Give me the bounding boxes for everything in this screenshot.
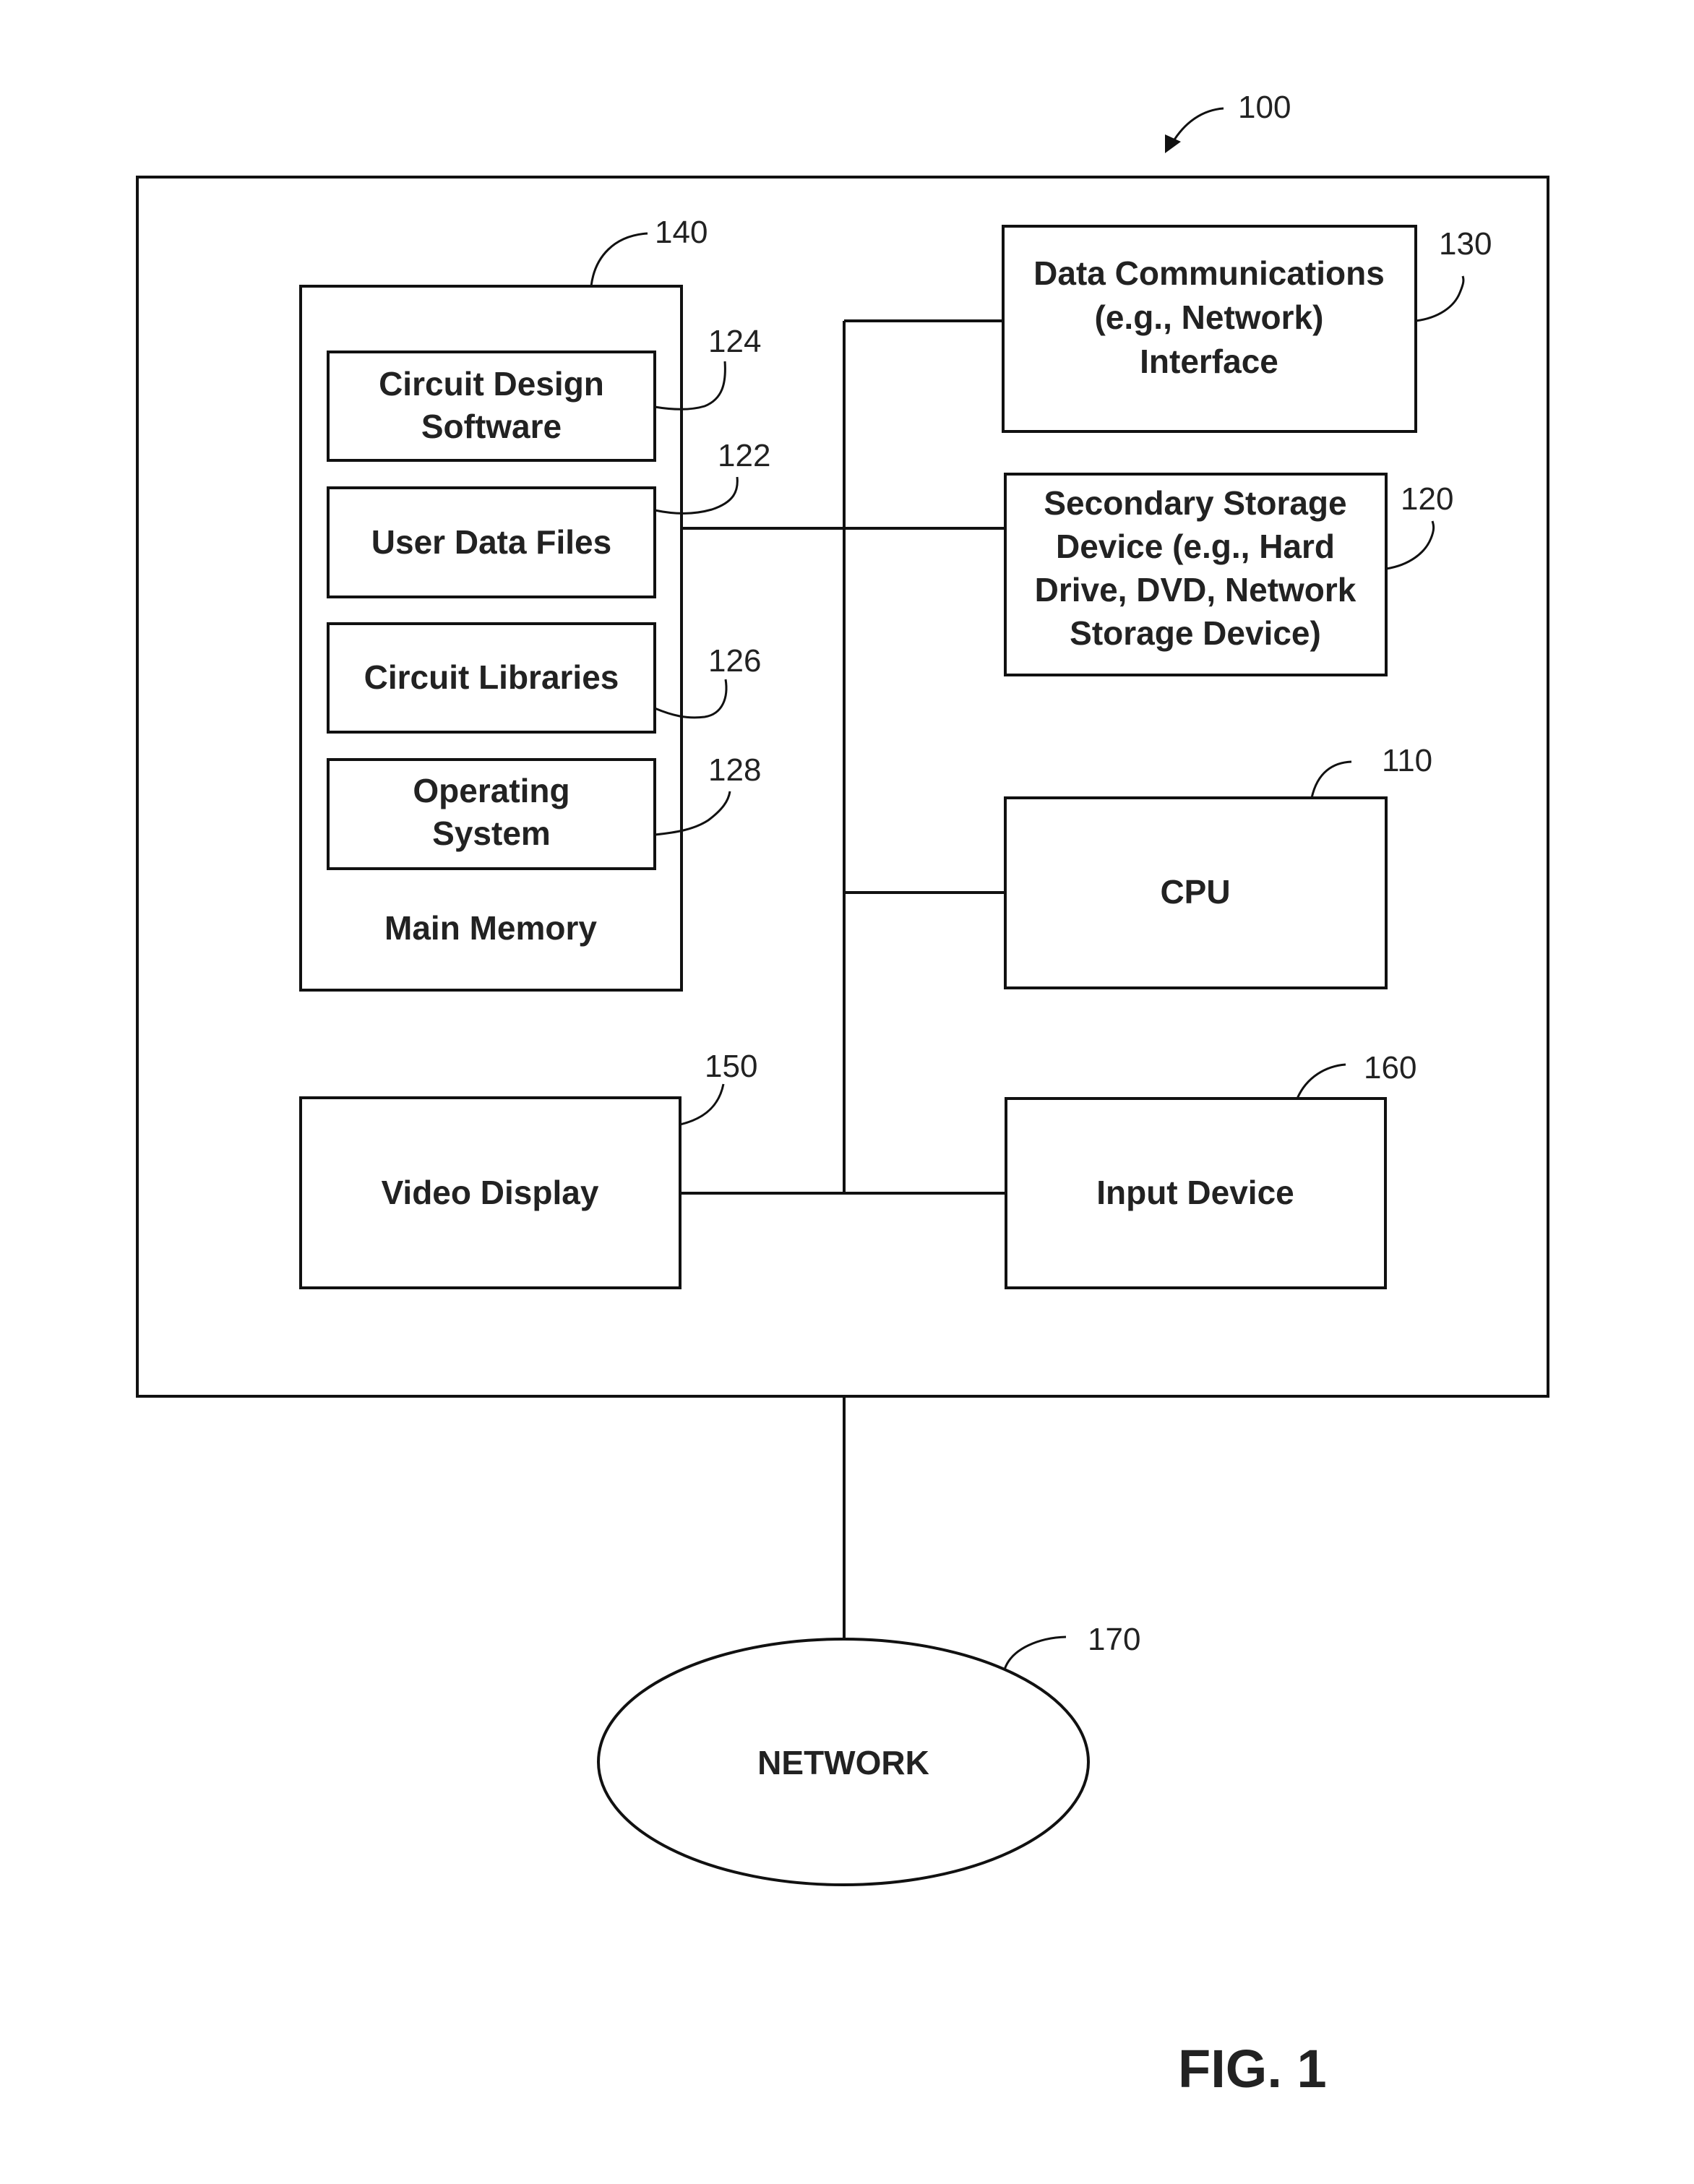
box-label-line: (e.g., Network) [1095, 298, 1324, 336]
arrow-leader [1171, 107, 1224, 144]
ref-number: 100 [1238, 90, 1291, 125]
secondary-storage-device: Secondary Storage Device (e.g., Hard Dri… [1004, 473, 1453, 676]
ref-number: 124 [708, 324, 761, 359]
box-label-line: Data Communications [1033, 254, 1385, 292]
box-label-line: CPU [1160, 873, 1230, 911]
box-label-line: Circuit Design [379, 365, 604, 403]
box-label-line: User Data Files [371, 523, 611, 561]
network-label: NETWORK [757, 1744, 929, 1781]
ref-number: 140 [655, 215, 708, 250]
ref-number: 126 [708, 643, 761, 679]
box-label-line: Operating [413, 772, 569, 809]
arrow-head-icon [1165, 134, 1181, 153]
figure-caption: FIG. 1 [1178, 2039, 1327, 2099]
box-label-line: Input Device [1096, 1174, 1294, 1211]
ref-number: 110 [1382, 743, 1432, 778]
network: NETWORK 170 [597, 1622, 1140, 1886]
box-label-line: Storage Device) [1070, 614, 1321, 652]
box-label-line: Software [421, 408, 562, 445]
leader-line [1003, 1635, 1067, 1670]
main-memory-label: Main Memory [384, 909, 597, 947]
box-label-line: Drive, DVD, Network [1035, 571, 1357, 609]
box-label-line: Circuit Libraries [364, 658, 619, 696]
box-label-line: Video Display [382, 1174, 599, 1211]
box-label-line: System [432, 814, 551, 852]
block-diagram: 100 Main Memory 140 Circuit Design Softw… [136, 90, 1549, 2099]
ref-number: 130 [1439, 226, 1492, 262]
ref-number: 150 [705, 1049, 757, 1084]
ref-number: 170 [1088, 1622, 1140, 1657]
box-label-line: Device (e.g., Hard [1056, 528, 1335, 565]
ref-number: 128 [708, 752, 761, 788]
box-label-line: Interface [1140, 343, 1278, 380]
box-label-line: Secondary Storage [1044, 484, 1346, 522]
system-ref-100: 100 [1165, 90, 1291, 153]
ref-number: 122 [718, 438, 770, 473]
ref-number: 160 [1364, 1050, 1416, 1085]
ref-number: 120 [1401, 481, 1453, 517]
